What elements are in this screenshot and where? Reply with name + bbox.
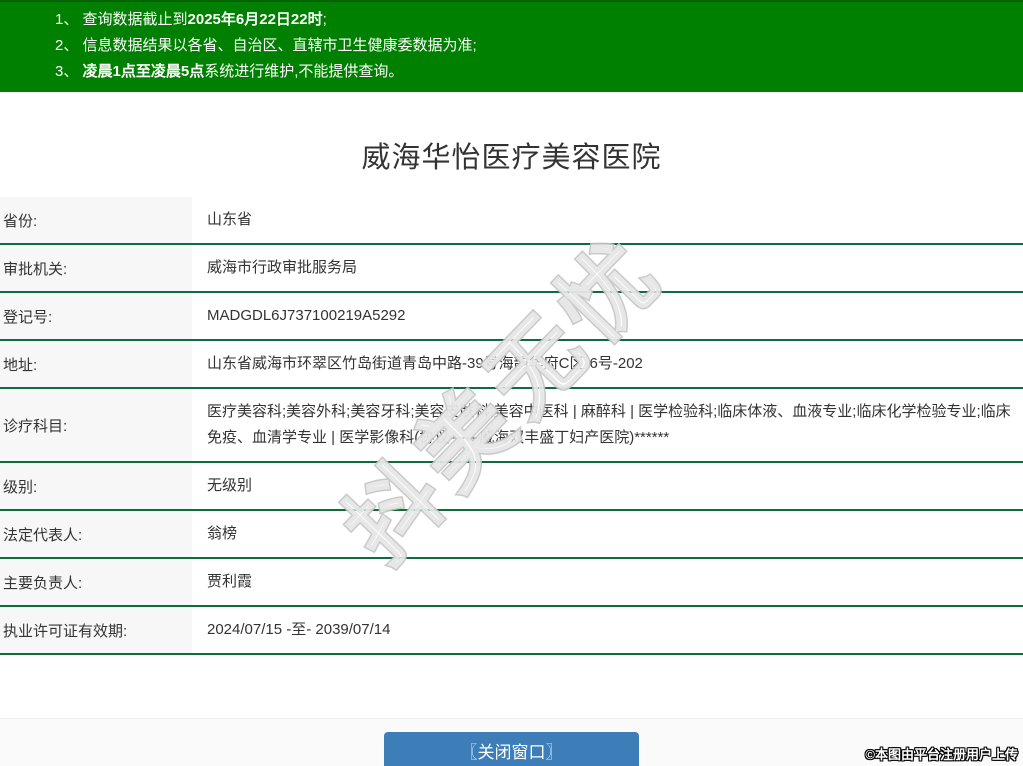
row-value: MADGDL6J737100219A5292: [192, 292, 1023, 341]
row-label: 地址:: [0, 340, 192, 389]
page-title: 威海华怡医疗美容医院: [361, 142, 662, 174]
notice-1-suffix: ;: [322, 11, 327, 28]
table-row-province: 省份: 山东省: [0, 197, 1023, 245]
notice-line-2: 2、 信息数据结果以各省、自治区、直辖市卫生健康委数据为准;: [55, 33, 1013, 59]
notice-line-3: 3、 凌晨1点至凌晨5点系统进行维护,不能提供查询。: [55, 59, 1013, 85]
notice-bar: 1、 查询数据截止到2025年6月22日22时; 2、 信息数据结果以各省、自治…: [0, 0, 1023, 92]
row-value: 山东省: [192, 197, 1023, 245]
row-value: 威海市行政审批服务局: [192, 244, 1023, 293]
notice-3-bold-hours: 凌晨1点至凌晨5点: [82, 63, 205, 80]
row-label: 诊疗科目:: [0, 388, 192, 463]
notice-1-bold-date: 2025年6月22日22时: [187, 11, 323, 28]
row-value: 翁榜: [192, 510, 1023, 559]
close-window-button[interactable]: 〖关闭窗口〗: [384, 732, 639, 766]
table-row-legal-representative: 法定代表人: 翁榜: [0, 510, 1023, 559]
notice-line-1: 1、 查询数据截止到2025年6月22日22时;: [55, 7, 1013, 33]
row-value: 贾利霞: [192, 558, 1023, 607]
row-label: 执业许可证有效期:: [0, 606, 192, 655]
notice-3-text: 系统进行维护,不能提供查询。: [204, 63, 404, 80]
table-row-registration-number: 登记号: MADGDL6J737100219A5292: [0, 292, 1023, 341]
table-row-main-person-in-charge: 主要负责人: 贾利霞: [0, 558, 1023, 607]
row-value: 医疗美容科;美容外科;美容牙科;美容皮肤科;美容中医科 | 麻醉科 | 医学检验…: [192, 388, 1023, 463]
row-label: 审批机关:: [0, 244, 192, 293]
table-row-level: 级别: 无级别: [0, 462, 1023, 511]
row-value: 2024/07/15 -至- 2039/07/14: [192, 606, 1023, 655]
info-table: 省份: 山东省 审批机关: 威海市行政审批服务局 登记号: MADGDL6J73…: [0, 197, 1023, 655]
row-label: 登记号:: [0, 292, 192, 341]
notice-2-text: 2、 信息数据结果以各省、自治区、直辖市卫生健康委数据为准;: [55, 37, 477, 54]
table-row-address: 地址: 山东省威海市环翠区竹岛街道青岛中路-39号海韵华府C区-6号-202: [0, 340, 1023, 389]
row-label: 法定代表人:: [0, 510, 192, 559]
notice-1-text: 1、 查询数据截止到: [55, 11, 188, 28]
row-value: 无级别: [192, 462, 1023, 511]
notice-3-prefix: 3、: [55, 63, 83, 80]
table-row-license-validity: 执业许可证有效期: 2024/07/15 -至- 2039/07/14: [0, 606, 1023, 655]
row-label: 级别:: [0, 462, 192, 511]
row-label: 省份:: [0, 197, 192, 245]
upload-credit: ©本图由平台注册用户上传: [865, 747, 1018, 762]
table-row-medical-subjects: 诊疗科目: 医疗美容科;美容外科;美容牙科;美容皮肤科;美容中医科 | 麻醉科 …: [0, 388, 1023, 463]
table-row-approval-authority: 审批机关: 威海市行政审批服务局: [0, 244, 1023, 293]
row-value: 山东省威海市环翠区竹岛街道青岛中路-39号海韵华府C区-6号-202: [192, 340, 1023, 389]
row-label: 主要负责人:: [0, 558, 192, 607]
